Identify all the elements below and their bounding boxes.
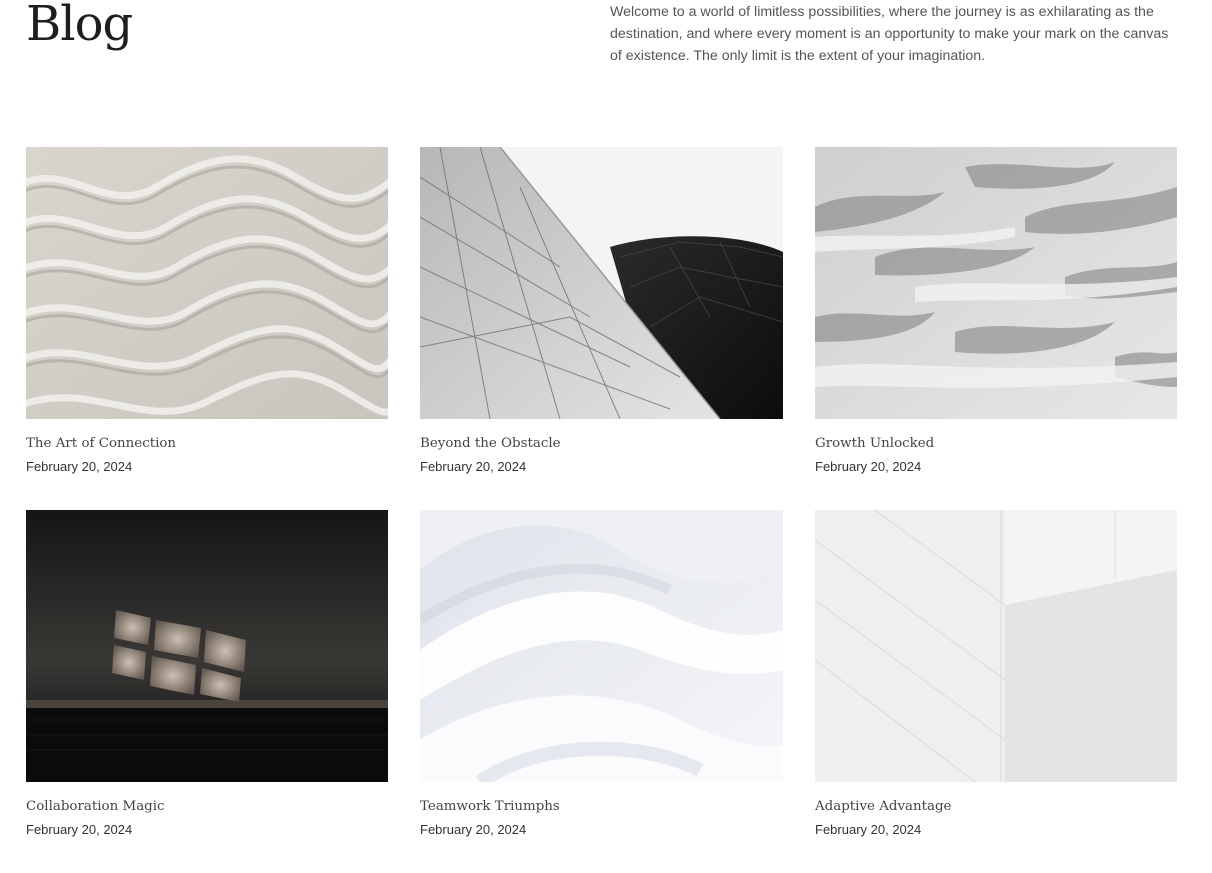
blog-card: Beyond the Obstacle February 20, 2024: [420, 147, 783, 510]
post-title[interactable]: Collaboration Magic: [26, 798, 388, 816]
blog-card: Teamwork Triumphs February 20, 2024: [420, 510, 783, 873]
post-image-white-waves[interactable]: [420, 510, 783, 782]
post-date: February 20, 2024: [420, 459, 527, 474]
post-title[interactable]: Adaptive Advantage: [815, 798, 1177, 816]
post-title[interactable]: Teamwork Triumphs: [420, 798, 783, 816]
post-image-white-wall-corner[interactable]: [815, 510, 1177, 782]
blog-card-link[interactable]: Beyond the Obstacle: [420, 147, 783, 453]
blog-card-link[interactable]: Adaptive Advantage: [815, 510, 1177, 816]
post-date: February 20, 2024: [815, 822, 922, 837]
post-image-sand-ripples[interactable]: [26, 147, 388, 419]
post-date: February 20, 2024: [815, 459, 922, 474]
blog-card: Adaptive Advantage February 20, 2024: [815, 510, 1177, 873]
blog-intro-text: Welcome to a world of limitless possibil…: [610, 4, 1169, 64]
blog-post-grid: The Art of Connection February 20, 2024: [26, 147, 1178, 873]
post-image-shadow-light-window[interactable]: [26, 510, 388, 782]
post-image-architecture-facade[interactable]: [420, 147, 783, 419]
post-title[interactable]: Growth Unlocked: [815, 435, 1177, 453]
blog-card-link[interactable]: Collaboration Magic: [26, 510, 388, 816]
page-title: Blog: [26, 0, 133, 52]
post-image-sand-dunes[interactable]: [815, 147, 1177, 419]
blog-card: The Art of Connection February 20, 2024: [26, 147, 388, 510]
post-date: February 20, 2024: [26, 822, 133, 837]
blog-card-link[interactable]: Teamwork Triumphs: [420, 510, 783, 816]
blog-card: Growth Unlocked February 20, 2024: [815, 147, 1177, 510]
post-date: February 20, 2024: [420, 822, 527, 837]
post-title[interactable]: The Art of Connection: [26, 435, 388, 453]
blog-card-link[interactable]: The Art of Connection: [26, 147, 388, 453]
post-date: February 20, 2024: [26, 459, 133, 474]
blog-card-link[interactable]: Growth Unlocked: [815, 147, 1177, 453]
post-title[interactable]: Beyond the Obstacle: [420, 435, 783, 453]
blog-card: Collaboration Magic February 20, 2024: [26, 510, 388, 873]
